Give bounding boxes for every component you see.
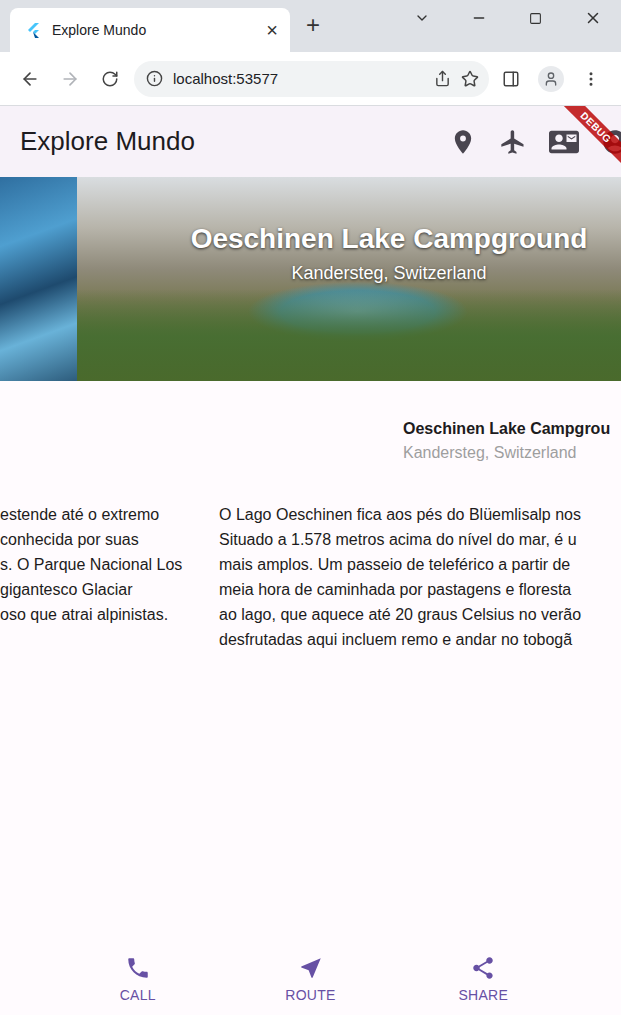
action-button[interactable]: SHARE — [448, 955, 518, 1003]
forward-button[interactable] — [52, 61, 88, 97]
location-header: Oeschinen Lake Campgrou Kandersteg, Switz… — [0, 381, 621, 461]
close-button[interactable] — [564, 9, 621, 27]
phone-icon — [125, 955, 151, 981]
share-icon[interactable] — [434, 70, 451, 87]
menu-button[interactable] — [573, 61, 609, 97]
chevron-down-icon — [414, 10, 430, 26]
description-line: O Lago Oeschinen fica aos pés do Blüemli… — [219, 502, 621, 527]
browser-tab[interactable]: Explore Mundo × — [10, 8, 290, 52]
hero-carousel[interactable]: Oeschinen Lake Campground Kandersteg, Swi… — [0, 177, 621, 381]
airplane-icon[interactable] — [499, 128, 527, 156]
description-line: estende até o extremo — [0, 502, 195, 527]
browser-toolbar: localhost:53577 — [0, 52, 621, 106]
share-icon — [470, 955, 496, 981]
maximize-icon — [529, 12, 542, 25]
description-line: gigantesco Glaciar — [0, 577, 195, 602]
description-column: estende até o extremoconhecida por suass… — [0, 502, 195, 949]
action-button[interactable]: CALL — [103, 955, 173, 1003]
action-button[interactable]: ROUTE — [276, 955, 346, 1003]
app-bar: Explore Mundo — [0, 106, 621, 177]
side-panel-icon — [502, 70, 520, 88]
route-icon — [298, 955, 324, 981]
description-line: oso que atrai alpinistas. — [0, 602, 195, 627]
hero-subtitle: Kandersteg, Switzerland — [291, 263, 486, 284]
action-label: ROUTE — [285, 987, 336, 1003]
reload-icon — [101, 70, 119, 88]
more-vertical-icon — [582, 70, 600, 88]
info-icon — [146, 70, 163, 87]
flutter-logo-icon — [26, 22, 42, 38]
description-line: mais amplos. Um passeio de teleférico a … — [219, 552, 621, 577]
description-line: ao lago, que aquece até 20 graus Celsius… — [219, 602, 621, 627]
avatar — [538, 66, 564, 92]
tab-search-button[interactable] — [393, 10, 450, 26]
action-label: CALL — [120, 987, 156, 1003]
tab-strip: Explore Mundo × + — [0, 0, 621, 52]
url-text: localhost:53577 — [173, 70, 424, 87]
location-name: Oeschinen Lake Campgrou — [403, 419, 621, 439]
star-icon[interactable] — [461, 70, 479, 88]
description-line: conhecida por suas — [0, 527, 195, 552]
contact-card-icon[interactable] — [549, 127, 579, 157]
arrow-left-icon — [20, 69, 40, 89]
profile-button[interactable] — [533, 61, 569, 97]
description-line: desfrutadas aqui incluem remo e andar no… — [219, 627, 621, 652]
app: Explore MundoDEBUGOeschinen Lake Campgro… — [0, 106, 621, 1015]
description: estende até o extremoconhecida por suass… — [0, 461, 621, 949]
minimize-button[interactable] — [450, 10, 507, 26]
description-line: s. O Parque Nacional Los — [0, 552, 195, 577]
browser-window: Explore Mundo × + localhost:53577 Explore Mu… — [0, 0, 621, 1015]
location-place: Kandersteg, Switzerland — [403, 443, 621, 461]
minimize-icon — [471, 10, 487, 26]
description-column: O Lago Oeschinen fica aos pés do Blüemli… — [219, 502, 621, 949]
action-label: SHARE — [458, 987, 508, 1003]
description-line: Situado a 1.578 metros acima do nível do… — [219, 527, 621, 552]
back-button[interactable] — [12, 61, 48, 97]
previous-slide — [0, 177, 77, 381]
side-panel-button[interactable] — [493, 61, 529, 97]
reload-button[interactable] — [92, 61, 128, 97]
hero-title: Oeschinen Lake Campground — [191, 223, 588, 255]
hero-slide: Oeschinen Lake Campground Kandersteg, Swi… — [77, 177, 621, 381]
maximize-button[interactable] — [507, 12, 564, 25]
close-icon — [584, 9, 602, 27]
tab-close-button[interactable]: × — [266, 19, 278, 42]
description-line: meia hora de caminhada por pastagens e f… — [219, 577, 621, 602]
app-title: Explore Mundo — [20, 126, 449, 157]
window-controls — [393, 0, 621, 36]
address-bar[interactable]: localhost:53577 — [134, 61, 489, 97]
location-pin-icon[interactable] — [449, 128, 477, 156]
user-icon — [543, 71, 559, 87]
new-tab-button[interactable]: + — [306, 3, 320, 39]
action-bar: CALL ROUTE SHARE — [0, 949, 621, 1015]
tab-title: Explore Mundo — [52, 22, 256, 38]
arrow-right-icon — [60, 69, 80, 89]
